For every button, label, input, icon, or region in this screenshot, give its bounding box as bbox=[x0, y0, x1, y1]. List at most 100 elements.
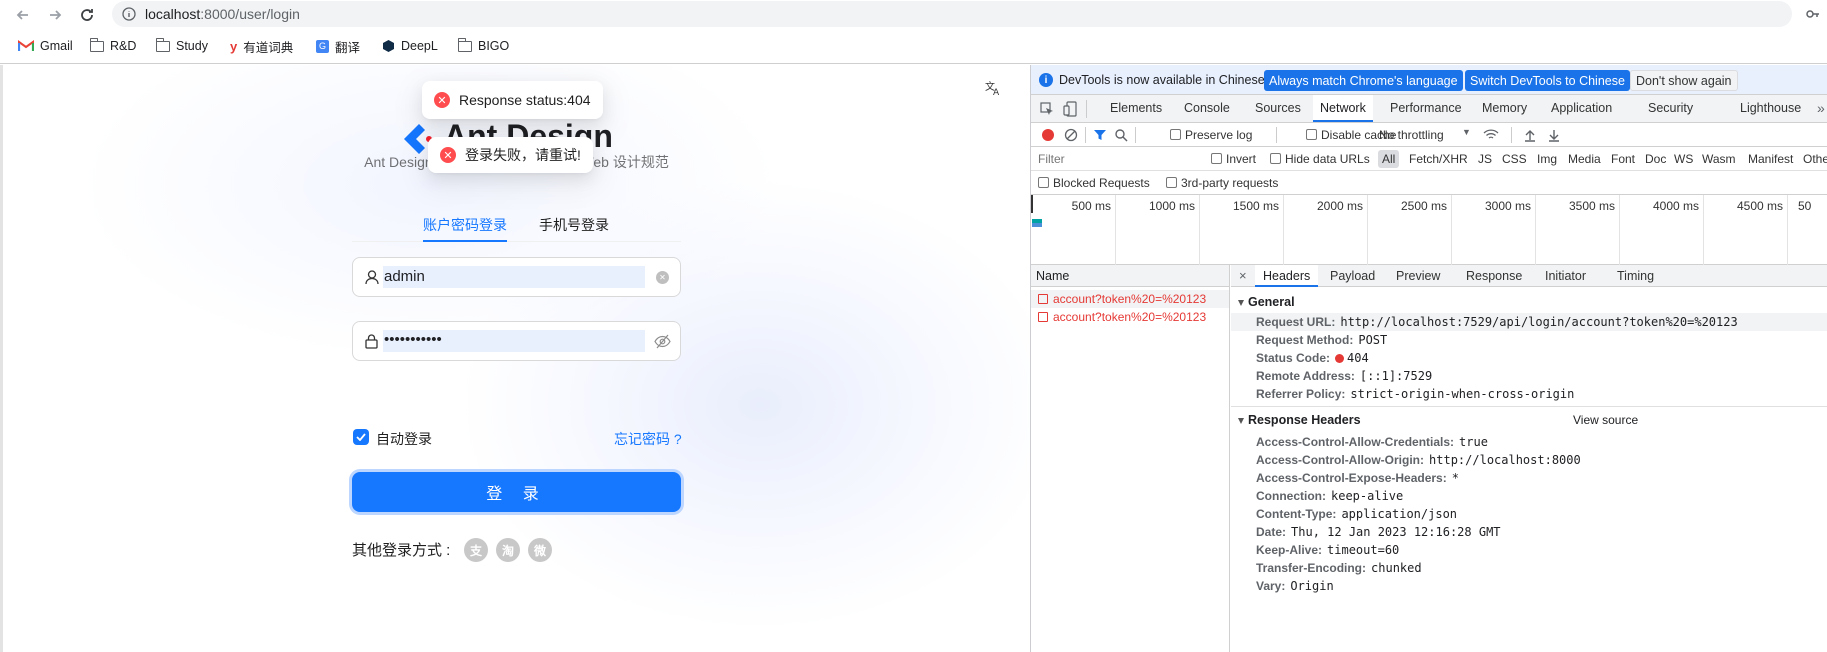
hide-data-urls-checkbox[interactable] bbox=[1270, 153, 1281, 164]
bookmark-translate[interactable]: G 翻译 bbox=[316, 36, 360, 56]
tab-performance[interactable]: Performance bbox=[1390, 95, 1462, 122]
network-conditions-icon[interactable] bbox=[1483, 128, 1499, 142]
tab-elements[interactable]: Elements bbox=[1110, 95, 1162, 122]
bookmark-label: BIGO bbox=[478, 39, 510, 53]
key-icon[interactable] bbox=[1806, 8, 1820, 20]
view-source-link[interactable]: View source bbox=[1573, 413, 1638, 427]
reload-button[interactable] bbox=[76, 4, 98, 26]
bookmark-study[interactable]: Study bbox=[155, 36, 208, 56]
close-icon[interactable]: × bbox=[1239, 268, 1247, 283]
folder-icon bbox=[89, 37, 104, 52]
record-icon[interactable] bbox=[1042, 129, 1054, 141]
chevron-down-icon: ▼ bbox=[1462, 127, 1471, 137]
eye-invisible-icon[interactable] bbox=[654, 334, 671, 349]
bookmark-bigo[interactable]: BIGO bbox=[457, 36, 510, 56]
taobao-icon[interactable]: 淘 bbox=[496, 538, 520, 562]
filter-wasm[interactable]: Wasm bbox=[1702, 152, 1736, 166]
header-key: Request URL: bbox=[1256, 315, 1336, 329]
export-har-icon[interactable] bbox=[1548, 128, 1560, 142]
bookmark-youdao[interactable]: y 有道词典 bbox=[230, 36, 293, 56]
back-button[interactable] bbox=[12, 4, 34, 26]
search-icon[interactable] bbox=[1114, 128, 1128, 142]
tab-response[interactable]: Response bbox=[1466, 265, 1522, 287]
third-party-checkbox[interactable] bbox=[1166, 177, 1177, 188]
filter-other[interactable]: Othe bbox=[1803, 152, 1827, 166]
info-icon[interactable] bbox=[122, 7, 136, 21]
header-value: chunked bbox=[1371, 561, 1422, 575]
filter-fetch-xhr[interactable]: Fetch/XHR bbox=[1409, 152, 1468, 166]
throttling-select[interactable]: No throttling bbox=[1379, 128, 1444, 142]
filter-font[interactable]: Font bbox=[1611, 152, 1635, 166]
filter-all[interactable]: All bbox=[1378, 150, 1400, 168]
tab-phone-login[interactable]: 手机号登录 bbox=[539, 215, 609, 235]
request-row[interactable]: account?token%20=%20123 bbox=[1031, 290, 1229, 308]
alipay-icon[interactable]: 支 bbox=[464, 538, 488, 562]
header-row: Access-Control-Allow-Credentials: true bbox=[1231, 433, 1827, 451]
tab-headers[interactable]: Headers bbox=[1255, 265, 1319, 287]
switch-devtools-chinese-button[interactable]: Switch DevTools to Chinese bbox=[1465, 70, 1630, 91]
timeline-request-bar bbox=[1032, 223, 1042, 227]
request-row[interactable]: account?token%20=%20123 bbox=[1031, 308, 1229, 326]
response-headers-section-header[interactable]: Response Headers bbox=[1238, 413, 1361, 427]
user-icon bbox=[365, 270, 379, 285]
tab-console[interactable]: Console bbox=[1184, 95, 1230, 122]
forward-button[interactable] bbox=[44, 4, 66, 26]
name-column-header[interactable]: Name bbox=[1031, 265, 1229, 287]
timeline-gridline bbox=[1787, 195, 1788, 265]
general-section-header[interactable]: General bbox=[1238, 295, 1295, 309]
tab-lighthouse[interactable]: Lighthouse bbox=[1740, 95, 1801, 122]
filter-ws[interactable]: WS bbox=[1674, 152, 1693, 166]
divider bbox=[1086, 100, 1087, 118]
tab-initiator[interactable]: Initiator bbox=[1545, 265, 1586, 287]
clear-icon[interactable]: ✕ bbox=[656, 271, 669, 284]
disable-cache-checkbox[interactable] bbox=[1306, 129, 1317, 140]
filter-icon[interactable] bbox=[1093, 129, 1107, 141]
login-button[interactable]: 登 录 bbox=[352, 472, 681, 512]
address-bar[interactable]: localhost:8000/user/login bbox=[112, 1, 1792, 27]
preserve-log-checkbox[interactable] bbox=[1170, 129, 1181, 140]
network-filter-bar-2: Blocked Requests 3rd-party requests bbox=[1031, 171, 1827, 195]
blocked-requests-checkbox[interactable] bbox=[1038, 177, 1049, 188]
more-tabs-icon[interactable]: » bbox=[1817, 100, 1825, 116]
invert-checkbox[interactable] bbox=[1211, 153, 1222, 164]
username-field[interactable]: admin ✕ bbox=[352, 257, 681, 297]
request-name: account?token%20=%20123 bbox=[1053, 292, 1207, 306]
bookmark-rnd[interactable]: R&D bbox=[89, 36, 136, 56]
toast-text: 登录失败，请重试! bbox=[465, 147, 581, 163]
filter-input[interactable]: Filter bbox=[1038, 152, 1065, 166]
auto-login-label[interactable]: 自动登录 bbox=[376, 429, 432, 449]
filter-img[interactable]: Img bbox=[1537, 152, 1557, 166]
timeline-tick-label: 50 bbox=[1798, 199, 1812, 213]
password-field[interactable]: ••••••••••• bbox=[352, 321, 681, 361]
inspect-icon[interactable] bbox=[1040, 102, 1054, 116]
bookmark-label: 翻译 bbox=[335, 40, 361, 55]
dont-show-again-button[interactable]: Don't show again bbox=[1630, 70, 1738, 91]
always-match-language-button[interactable]: Always match Chrome's language bbox=[1264, 70, 1463, 91]
language-icon[interactable]: 文A bbox=[984, 79, 1002, 97]
filter-media[interactable]: Media bbox=[1568, 152, 1601, 166]
filter-doc[interactable]: Doc bbox=[1645, 152, 1666, 166]
tab-security[interactable]: Security bbox=[1648, 95, 1693, 122]
network-overview-timeline[interactable]: 500 ms 1000 ms 1500 ms 2000 ms 2500 ms 3… bbox=[1031, 195, 1827, 265]
tab-application[interactable]: Application bbox=[1551, 95, 1612, 122]
tab-preview[interactable]: Preview bbox=[1396, 265, 1440, 287]
tab-memory[interactable]: Memory bbox=[1482, 95, 1527, 122]
clear-icon[interactable] bbox=[1064, 128, 1078, 142]
device-toolbar-icon[interactable] bbox=[1063, 101, 1077, 117]
weibo-icon[interactable]: 微 bbox=[528, 538, 552, 562]
filter-manifest[interactable]: Manifest bbox=[1748, 152, 1793, 166]
forgot-password-link[interactable]: 忘记密码 ? bbox=[614, 429, 682, 449]
import-har-icon[interactable] bbox=[1524, 128, 1536, 142]
filter-css[interactable]: CSS bbox=[1502, 152, 1527, 166]
divider bbox=[1511, 127, 1512, 143]
tab-sources[interactable]: Sources bbox=[1255, 95, 1301, 122]
bookmark-deepl[interactable]: DeepL bbox=[382, 36, 438, 56]
bookmark-gmail[interactable]: Gmail bbox=[18, 36, 73, 56]
tab-timing[interactable]: Timing bbox=[1617, 265, 1654, 287]
tab-network[interactable]: Network bbox=[1313, 95, 1373, 122]
page-left-border bbox=[0, 65, 3, 652]
tab-payload[interactable]: Payload bbox=[1330, 265, 1375, 287]
auto-login-checkbox[interactable] bbox=[353, 429, 369, 445]
tab-account-login[interactable]: 账户密码登录 bbox=[423, 215, 507, 235]
filter-js[interactable]: JS bbox=[1478, 152, 1492, 166]
